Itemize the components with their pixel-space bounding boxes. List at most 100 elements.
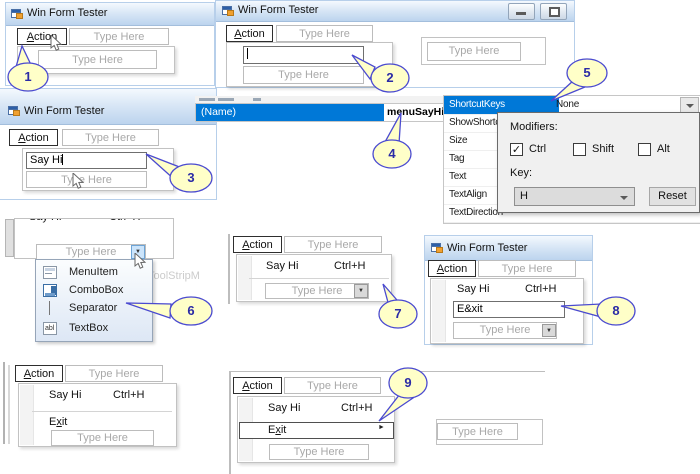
- callout-8: 8: [556, 294, 636, 328]
- text-caret: [247, 48, 248, 59]
- say-hi-item[interactable]: Say Hi: [268, 402, 300, 414]
- grid-top-fragment: [195, 96, 445, 103]
- menu-placeholder-top[interactable]: Type Here: [276, 25, 373, 42]
- alt-checkbox[interactable]: [638, 143, 651, 156]
- dropdown-placeholder[interactable]: Type Here: [427, 42, 521, 61]
- exit-item[interactable]: Exit: [49, 416, 67, 428]
- callout-1: 1: [6, 45, 52, 93]
- window-title: Win Form Tester: [447, 242, 527, 254]
- text-caret: [62, 154, 63, 165]
- titlebar[interactable]: Win Form Tester: [425, 236, 592, 261]
- fragment-mark: [253, 98, 261, 101]
- menu-separator: [249, 278, 389, 279]
- maximize-button[interactable]: [540, 3, 567, 20]
- placeholder-combo[interactable]: Type Here ▼: [265, 283, 369, 299]
- callout-5: 5: [545, 56, 609, 104]
- shortcut-text: Ctrl+H: [113, 389, 144, 401]
- toolstrip-watermark: ToolStripM: [148, 270, 200, 282]
- separator-icon: [49, 301, 50, 315]
- app-icon: [11, 8, 23, 20]
- maximize-icon: [549, 7, 560, 17]
- property-name-cell[interactable]: TextImageRelation: [444, 222, 559, 224]
- new-item-edit-field[interactable]: Say Hi: [26, 152, 147, 169]
- menu-placeholder-top[interactable]: Type Here: [284, 377, 381, 394]
- placeholder-combo[interactable]: Type Here ▼: [36, 244, 146, 260]
- window-title: Win Form Tester: [24, 105, 104, 117]
- dropdown-placeholder[interactable]: Type Here: [269, 444, 369, 460]
- menu-icon-column: [432, 280, 446, 342]
- action-dropdown: Say Hi Ctrl+H Exit Type Here: [18, 383, 177, 447]
- window-edge-fragment: [228, 234, 230, 304]
- callout-9: 9: [375, 366, 431, 424]
- check-icon: ✓: [512, 144, 521, 156]
- fragment-9: Action Type Here Say Hi Ctrl+H Exit Type…: [3, 362, 181, 450]
- dropdown-placeholder[interactable]: Type Here: [437, 423, 518, 440]
- insert-dropdown-button[interactable]: ▼: [542, 324, 556, 337]
- say-hi-item[interactable]: Say Hi: [266, 260, 298, 272]
- menu-item-action[interactable]: Action: [233, 377, 282, 394]
- menu-item-action[interactable]: Action: [15, 365, 63, 382]
- menu-item-action[interactable]: Action: [9, 129, 58, 146]
- dropdown-placeholder[interactable]: Type Here: [38, 50, 157, 69]
- say-hi-item: Say Hi: [29, 219, 61, 223]
- window-8: Win Form Tester Action Type Here Say Hi …: [424, 235, 593, 345]
- titlebar[interactable]: Win Form Tester: [0, 89, 216, 125]
- insert-dropdown-button[interactable]: ▼: [354, 284, 368, 298]
- callout-2: 2: [345, 52, 407, 94]
- chevron-down-icon: [686, 104, 694, 108]
- shortcut-text: Ctrl+H: [341, 402, 372, 414]
- property-value-cell[interactable]: ImageBeforeText: [556, 222, 700, 224]
- reset-button[interactable]: Reset: [649, 187, 696, 206]
- say-hi-item[interactable]: Say Hi: [49, 389, 81, 401]
- dropdown-placeholder[interactable]: Type Here: [26, 171, 147, 188]
- app-icon: [222, 5, 234, 17]
- menu-separator: [32, 411, 172, 412]
- property-row-partial[interactable]: TextImageRelation ImageBeforeText: [444, 222, 700, 224]
- titlebar[interactable]: Win Form Tester: [6, 3, 214, 26]
- dropdown-arrow-icon: ▼: [358, 288, 364, 294]
- menu-item-action[interactable]: Action: [428, 260, 476, 277]
- alt-label: Alt: [657, 143, 670, 155]
- titlebar[interactable]: Win Form Tester: [216, 1, 574, 22]
- action-dropdown: Say Hi Ctrl+H Type Here ▼: [236, 254, 392, 302]
- cursor-icon: [50, 35, 64, 52]
- minimize-icon: [516, 12, 526, 15]
- menu-item-action[interactable]: Action: [226, 25, 273, 42]
- menu-placeholder-top[interactable]: Type Here: [478, 260, 576, 277]
- say-hi-item[interactable]: Say Hi: [457, 283, 489, 295]
- dropdown-placeholder[interactable]: Type Here: [51, 430, 154, 446]
- menu-placeholder-top[interactable]: Type Here: [62, 129, 159, 146]
- placeholder-combo[interactable]: Type Here ▼: [453, 322, 557, 339]
- value-dropdown-button[interactable]: [680, 97, 699, 113]
- menu-placeholder-top[interactable]: Type Here: [69, 28, 169, 45]
- tutorial-canvas: Win Form Tester Action Type Here Type He…: [0, 0, 700, 474]
- window-title: Win Form Tester: [238, 4, 318, 16]
- combobox-icon: [43, 284, 57, 297]
- shortcut-text: Ctrl+H: [334, 260, 365, 272]
- shift-checkbox[interactable]: [573, 143, 586, 156]
- key-combobox[interactable]: H: [514, 187, 635, 206]
- menu-placeholder-top[interactable]: Type Here: [65, 365, 163, 382]
- minimize-button[interactable]: [508, 3, 535, 20]
- menu-item-action[interactable]: Action: [233, 236, 282, 253]
- menu-placeholder-top[interactable]: Type Here: [284, 236, 382, 253]
- action-dropdown: Say Hi Ctrl+H Exit ► Type Here: [237, 396, 395, 463]
- key-label: Key:: [510, 167, 532, 179]
- submenu-arrow-icon: ►: [378, 424, 385, 431]
- ctrl-checkbox[interactable]: ✓: [510, 143, 523, 156]
- app-icon: [431, 242, 443, 254]
- fragment-mark: [218, 98, 234, 101]
- app-icon: [8, 105, 20, 117]
- ctrl-label: Ctrl: [529, 143, 546, 155]
- fragment-mark: [199, 98, 215, 101]
- new-item-edit-field[interactable]: E&xit: [453, 301, 565, 318]
- property-name-cell[interactable]: (Name): [196, 104, 384, 121]
- menu-icon-column: [20, 385, 34, 445]
- shortcut-text: Ctrl+H: [109, 219, 140, 223]
- dropdown-arrow-icon: ▼: [546, 328, 552, 334]
- chevron-down-icon: [620, 196, 628, 200]
- window-edge-fragment: [5, 219, 14, 257]
- side-placeholder-panel: Type Here: [421, 37, 546, 65]
- exit-item-selected[interactable]: Exit ►: [239, 422, 394, 439]
- callout-7: 7: [372, 282, 422, 330]
